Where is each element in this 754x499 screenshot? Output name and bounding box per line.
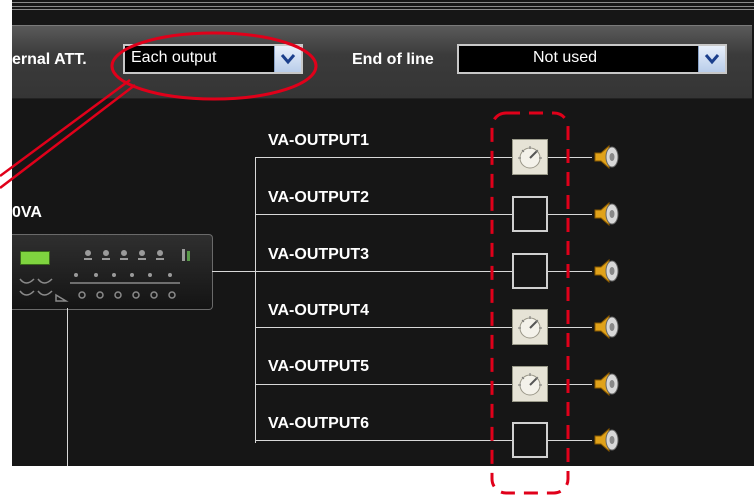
chevron-down-icon[interactable] [274,46,301,72]
end-of-line-select-value: Not used [533,49,598,66]
output-label-4: VA-OUTPUT4 [268,302,370,319]
output-label-2: VA-OUTPUT2 [268,189,370,206]
bus-wire [255,157,256,443]
toolbar: ernal ATT. Each output End of line Not u… [12,25,752,99]
attenuator-slot-empty[interactable] [512,253,548,289]
speaker-icon[interactable] [592,142,622,172]
top-divider [12,6,754,7]
device-name: 0VA [12,204,42,221]
end-of-line-select[interactable]: Not used [457,44,727,74]
main-wire [212,271,256,272]
attenuator-knob-icon[interactable] [512,309,548,345]
speaker-icon[interactable] [592,256,622,286]
output-label-1: VA-OUTPUT1 [268,132,370,149]
down-wire [67,308,68,466]
speaker-icon[interactable] [592,199,622,229]
attenuator-label: ernal ATT. [12,51,87,68]
top-divider [12,2,754,3]
attenuator-knob-icon[interactable] [512,366,548,402]
device-panel-icon [19,249,190,302]
top-divider [12,9,754,10]
attenuator-slot-empty[interactable] [512,196,548,232]
system-diagram-panel: ernal ATT. Each output End of line Not u… [12,0,754,466]
output-label-5: VA-OUTPUT5 [268,358,370,375]
end-of-line-label: End of line [352,51,434,68]
attenuator-select[interactable]: Each output [123,44,303,74]
speaker-icon[interactable] [592,369,622,399]
output-label-6: VA-OUTPUT6 [268,415,370,432]
speaker-icon[interactable] [592,312,622,342]
speaker-icon[interactable] [592,425,622,455]
chevron-down-icon[interactable] [698,46,725,72]
output-label-3: VA-OUTPUT3 [268,246,370,263]
attenuator-slot-empty[interactable] [512,422,548,458]
amplifier-device[interactable] [12,234,213,310]
attenuator-knob-icon[interactable] [512,139,548,175]
attenuator-select-value: Each output [131,49,217,66]
